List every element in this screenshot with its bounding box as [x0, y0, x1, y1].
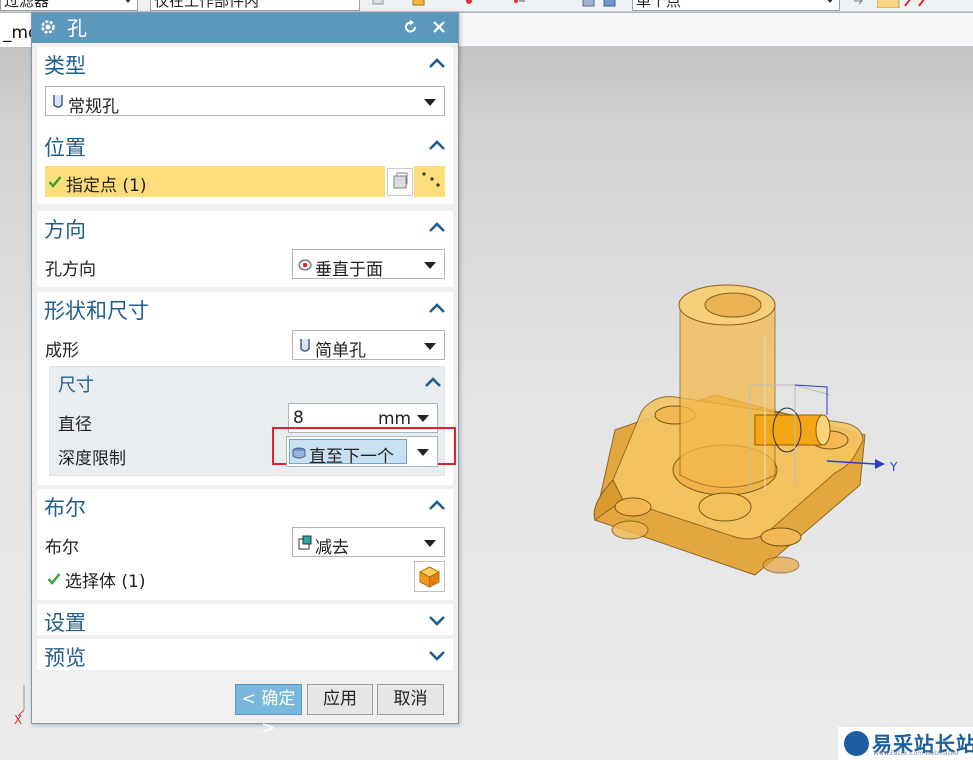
chevron-down-icon [123, 0, 133, 3]
direction-section-title: 方向 [44, 218, 86, 242]
arrow-icon[interactable] [852, 0, 866, 8]
form-section-title: 形状和尺寸 [44, 299, 149, 323]
select-body-icon[interactable] [414, 561, 445, 592]
type-section-title: 类型 [44, 54, 86, 78]
boolean-label: 布尔 [45, 538, 79, 558]
preview-section[interactable]: 预览 [37, 639, 453, 670]
boolean-section: 布尔 布尔 减去 选择体 (1) [37, 489, 453, 600]
chevron-up-icon[interactable] [424, 376, 442, 388]
chevron-down-icon [424, 343, 436, 350]
chevron-up-icon[interactable] [428, 499, 446, 511]
triad-x-label: X [14, 713, 22, 725]
hole-direction-dropdown[interactable]: 垂直于面 [292, 249, 445, 280]
sketch-section-icon[interactable] [387, 168, 413, 196]
settings-section-title: 设置 [44, 611, 86, 635]
top-toolbar: 过滤器 仅在工作部件内 单个点 [0, 0, 973, 12]
form-label: 成形 [45, 341, 79, 361]
direction-section: 方向 孔方向 垂直于面 [37, 211, 453, 287]
dimensions-subsection: 尺寸 直径 8 mm 深度限制 直至下一个 [49, 366, 456, 476]
diameter-label: 直径 [58, 415, 92, 435]
preview-section-title: 预览 [44, 646, 86, 670]
check-icon [47, 573, 61, 585]
chevron-down-icon [825, 0, 835, 3]
type-section: 类型 常规孔 [37, 47, 453, 133]
snap-icon[interactable] [372, 0, 386, 8]
hole-type-value: 常规孔 [68, 97, 119, 117]
hole-type-dropdown[interactable]: 常规孔 [45, 86, 445, 117]
reset-icon[interactable] [403, 19, 419, 35]
chevron-down-icon[interactable] [417, 415, 429, 422]
specify-point-row[interactable]: 指定点 (1) [45, 166, 385, 197]
diameter-value: 8 [293, 408, 304, 428]
cancel-button[interactable]: 取消 [377, 684, 444, 715]
selection-filter-value: 过滤器 [4, 0, 50, 10]
diameter-unit[interactable]: mm [378, 409, 410, 429]
solid-body-icon[interactable] [582, 0, 596, 8]
point-on-curve-icon[interactable] [512, 0, 526, 8]
gear-icon[interactable] [40, 19, 56, 35]
chevron-down-icon[interactable] [428, 615, 446, 627]
dialog-titlebar[interactable]: 孔 [32, 13, 458, 43]
view-triad: X [14, 685, 25, 725]
form-value: 简单孔 [315, 341, 366, 361]
watermark: 易采站长站 Www.Easck.Com Webmaster [838, 727, 973, 760]
until-next-icon [292, 447, 306, 459]
snap-point-dropdown[interactable]: 单个点 [632, 0, 840, 11]
simple-hole-icon [300, 339, 310, 352]
y-axis-label: Y [889, 460, 898, 474]
snap-toolbar-icons[interactable] [877, 0, 947, 8]
hole-model-preview[interactable]: Y [585, 275, 905, 595]
chevron-up-icon[interactable] [428, 57, 446, 69]
selection-scope-dropdown[interactable]: 仅在工作部件内 [150, 0, 360, 11]
snap-point-value: 单个点 [636, 0, 682, 10]
form-dropdown[interactable]: 简单孔 [292, 330, 445, 361]
chevron-up-icon[interactable] [428, 221, 446, 233]
chevron-down-icon [424, 262, 436, 269]
watermark-url: Www.Easck.Com Webmaster [873, 750, 960, 757]
face-icon[interactable] [603, 0, 617, 8]
boolean-dropdown[interactable]: 减去 [292, 527, 445, 558]
dialog-title: 孔 [67, 16, 87, 40]
normal-to-face-icon [298, 259, 312, 271]
depth-limit-label: 深度限制 [58, 449, 126, 469]
boolean-section-title: 布尔 [44, 496, 86, 520]
selection-filter-dropdown[interactable]: 过滤器 [0, 0, 138, 11]
depth-limit-value: 直至下一个 [309, 447, 394, 467]
hole-direction-label: 孔方向 [45, 260, 96, 280]
selection-scope-value: 仅在工作部件内 [154, 0, 260, 10]
point-dialog-icon[interactable] [414, 166, 445, 197]
form-and-dimensions-section: 形状和尺寸 成形 简单孔 尺寸 直径 8 mm 深度限制 直至下一个 [37, 292, 456, 485]
chevron-up-icon[interactable] [428, 302, 446, 314]
hole-type-icon [53, 95, 63, 108]
close-icon[interactable] [431, 19, 447, 35]
depth-limit-dropdown[interactable]: 直至下一个 [286, 436, 438, 467]
boolean-value: 减去 [315, 538, 349, 558]
apply-button[interactable]: 应用 [307, 684, 373, 715]
chevron-down-icon [424, 99, 436, 106]
hole-dialog: 孔 类型 常规孔 位置 指定点 (1) 方向 孔方向 垂直于面 形状和尺寸 成形… [31, 12, 459, 738]
ok-button[interactable]: < 确定 > [235, 684, 302, 738]
box-icon[interactable] [412, 0, 426, 8]
subtract-icon [298, 535, 312, 550]
hole-direction-value: 垂直于面 [315, 260, 383, 280]
chevron-down-icon[interactable] [428, 650, 446, 662]
point-icon[interactable] [462, 0, 476, 8]
chevron-down-icon [424, 540, 436, 547]
check-icon [48, 176, 62, 188]
settings-section[interactable]: 设置 [37, 604, 453, 635]
chevron-up-icon[interactable] [428, 139, 446, 151]
dimensions-title: 尺寸 [58, 375, 94, 396]
position-section: 位置 指定点 (1) [37, 129, 453, 204]
watermark-logo-icon [844, 731, 869, 756]
select-body-label[interactable]: 选择体 (1) [65, 567, 145, 592]
chevron-down-icon [417, 449, 429, 456]
specify-point-label: 指定点 (1) [66, 176, 147, 196]
position-section-title: 位置 [44, 136, 86, 160]
